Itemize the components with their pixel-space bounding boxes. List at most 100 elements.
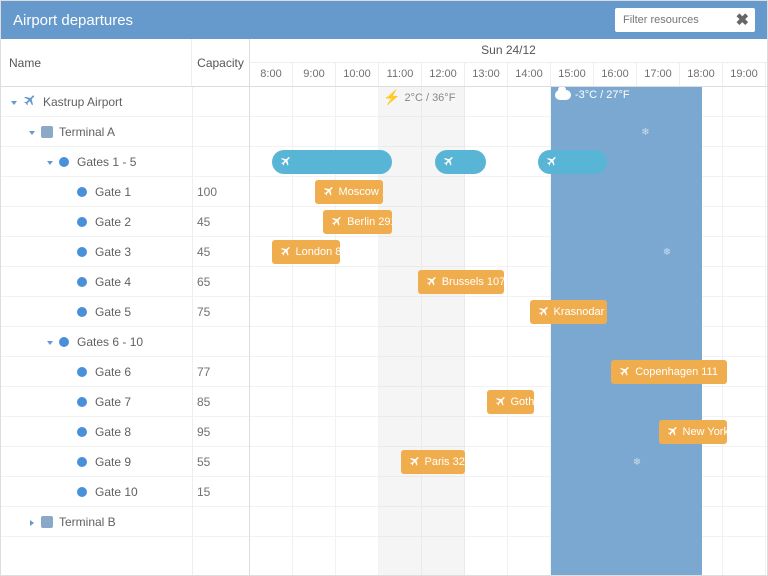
tree-row-label: Gate 2 (95, 215, 131, 229)
dot-icon (77, 307, 87, 317)
dot-icon (77, 217, 87, 227)
tree-row[interactable]: Gate 8 95 (1, 417, 249, 447)
col-header-name: Name (1, 56, 191, 70)
hour-header: 18:00 (680, 63, 723, 86)
tree-row-label: Gate 10 (95, 485, 138, 499)
plane-icon (280, 245, 292, 260)
flight-event[interactable]: Paris 321 (401, 450, 466, 474)
plane-icon (538, 305, 550, 320)
flight-label: New York (683, 426, 728, 438)
caret-right-icon[interactable] (27, 517, 37, 527)
tree-row-capacity: 45 (191, 215, 249, 229)
schedule-header: Sun 24/12 8:009:0010:0011:0012:0013:0014… (250, 39, 767, 87)
app-title: Airport departures (13, 12, 615, 29)
tree-row[interactable]: Gate 955 (1, 447, 249, 477)
flight-label: London 89 (296, 246, 341, 258)
schedule-hours: 8:009:0010:0011:0012:0013:0014:0015:0016… (250, 63, 767, 86)
tree-row[interactable]: Gate 10 15 (1, 477, 249, 507)
flight-event[interactable]: Brussels 107 (418, 270, 504, 294)
plane-icon (443, 155, 455, 170)
hour-header: 11:00 (379, 63, 422, 86)
tree-row-capacity: 95 (191, 425, 249, 439)
dot-icon (77, 427, 87, 437)
filter-input[interactable] (615, 8, 755, 32)
tree-row-label: Gates 1 - 5 (77, 155, 136, 169)
tree-row[interactable]: Kastrup Airport (1, 87, 249, 117)
flight-event[interactable]: New York (659, 420, 728, 444)
caret-down-icon[interactable] (45, 337, 55, 347)
tree-row-label: Gate 5 (95, 305, 131, 319)
tree-row-capacity: 77 (191, 365, 249, 379)
plane-icon (331, 215, 343, 230)
hour-header: 8:00 (250, 63, 293, 86)
hour-header: 15:00 (551, 63, 594, 86)
tree-row-capacity: 65 (191, 275, 249, 289)
tree-row[interactable]: Terminal A (1, 117, 249, 147)
plane-icon (495, 395, 507, 410)
dot-icon (77, 457, 87, 467)
schedule: Sun 24/12 8:009:0010:0011:0012:0013:0014… (250, 39, 767, 575)
flight-label: Berlin 291 (347, 216, 392, 228)
tree-row[interactable]: Gate 4 65 (1, 267, 249, 297)
dot-icon (77, 187, 87, 197)
flight-event[interactable]: London 89 (272, 240, 341, 264)
dot-icon (77, 487, 87, 497)
col-header-capacity: Capacity (191, 39, 249, 86)
tree-row[interactable]: Gate 2 45 (1, 207, 249, 237)
flight-event[interactable]: Krasnodar 19 (530, 300, 607, 324)
tree-row[interactable]: Gate 6 77 (1, 357, 249, 387)
flight-label: Gothen (511, 396, 534, 408)
resource-tree: Name Capacity Kastrup Airport Terminal A G… (1, 39, 250, 575)
tree-row-label: Gate 6 (95, 365, 131, 379)
tree-row-capacity: 15 (191, 485, 249, 499)
plane-icon (546, 155, 558, 170)
flight-label: Krasnodar 19 (554, 306, 607, 318)
plane-icon (323, 185, 335, 200)
tree-row[interactable]: Gates 1 - 5 (1, 147, 249, 177)
plane-icon (667, 425, 679, 440)
flight-label: Copenhagen 111 (635, 366, 718, 378)
tree-row[interactable]: Gate 3 45 (1, 237, 249, 267)
dot-icon (77, 397, 87, 407)
plane-icon (426, 275, 438, 290)
caret-down-icon[interactable] (27, 127, 37, 137)
caret-down-icon[interactable] (9, 97, 19, 107)
tree-row-label: Gate 7 (95, 395, 131, 409)
hour-header: 17:00 (637, 63, 680, 86)
tree-row[interactable]: Terminal B (1, 507, 249, 537)
hour-header: 19:00 (723, 63, 766, 86)
tree-row-label: Gate 4 (95, 275, 131, 289)
tree-row[interactable]: Gate 5 75 (1, 297, 249, 327)
flight-event[interactable]: Copenhagen 111 (611, 360, 727, 384)
tree-row-label: Gate 9 (95, 455, 131, 469)
flight-event[interactable] (435, 150, 487, 174)
app-header: Airport departures ✖ (1, 1, 767, 39)
flight-event[interactable]: Gothen (487, 390, 534, 414)
tree-row-capacity: 45 (191, 245, 249, 259)
tree-row-label: Gate 3 (95, 245, 131, 259)
tree-row-capacity: 75 (191, 305, 249, 319)
dot-icon (59, 337, 69, 347)
tree-row-capacity: 85 (191, 395, 249, 409)
dot-icon (77, 247, 87, 257)
tree-row[interactable]: Gate 7 85 (1, 387, 249, 417)
hour-header: 14:00 (508, 63, 551, 86)
hour-header: 16:00 (594, 63, 637, 86)
caret-down-icon[interactable] (45, 157, 55, 167)
tree-row-label: Terminal B (59, 515, 116, 529)
hour-header: 12:00 (422, 63, 465, 86)
plane-icon (619, 365, 631, 380)
tree-row-label: Gate 8 (95, 425, 131, 439)
tree-row[interactable]: Gates 6 - 10 (1, 327, 249, 357)
flight-event[interactable]: Moscow 10 (315, 180, 384, 204)
flight-event[interactable] (538, 150, 607, 174)
tree-row[interactable]: Gate 1100 (1, 177, 249, 207)
flight-event[interactable] (272, 150, 392, 174)
hour-header: 13:00 (465, 63, 508, 86)
filter-clear-icon[interactable]: ✖ (736, 10, 749, 30)
flight-event[interactable]: Berlin 291 (323, 210, 392, 234)
schedule-body[interactable]: ⚡2°C / 36°F-3°C / 27°F ❄❄❄ Moscow 10Berl… (250, 87, 767, 575)
tree-row-label: Terminal A (59, 125, 115, 139)
tree-row-label: Kastrup Airport (43, 95, 122, 109)
plane-icon (23, 93, 37, 110)
